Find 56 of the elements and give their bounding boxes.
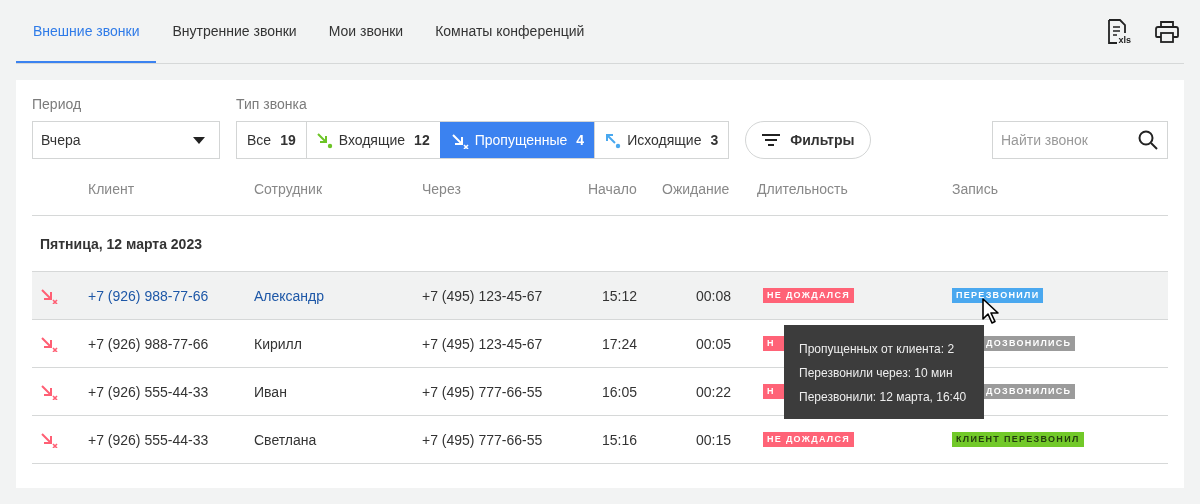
- via-number: +7 (495) 777-66-55: [422, 383, 543, 400]
- date-heading: Пятница, 12 марта 2023: [40, 235, 202, 252]
- incoming-call-icon: [316, 133, 333, 149]
- search-field[interactable]: Найти звонок: [992, 121, 1168, 159]
- mouse-pointer-icon: [982, 298, 1002, 324]
- column-header: Сотрудник: [253, 181, 323, 197]
- via-number: +7 (495) 123-45-67: [422, 287, 543, 304]
- print-icon[interactable]: [1154, 19, 1180, 44]
- filter-icon: [762, 134, 781, 146]
- missed-call-icon: [450, 133, 469, 149]
- column-header: Длительность: [756, 181, 849, 197]
- status-badge: ДОЗВОНИЛИСЬ: [984, 336, 1076, 351]
- column-header: Ожидание: [661, 181, 731, 197]
- status-badge: ДОЗВОНИЛИСЬ: [984, 384, 1076, 399]
- via-number: +7 (495) 123-45-67: [422, 335, 543, 352]
- column-header: Клиент: [87, 181, 136, 197]
- employee-name[interactable]: Александр: [254, 287, 325, 304]
- tab[interactable]: Внутренние звонки: [156, 0, 313, 63]
- start-time: 16:05: [601, 383, 637, 400]
- tab[interactable]: Мои звонки: [312, 0, 420, 63]
- status-badge: НЕ ДОЖДАЛСЯ: [763, 432, 855, 447]
- wait-time: 00:05: [695, 335, 731, 352]
- client-phone: +7 (926) 555-44-33: [88, 431, 209, 448]
- client-phone[interactable]: +7 (926) 988-77-66: [88, 287, 209, 304]
- filters-button[interactable]: Фильтры: [745, 121, 872, 159]
- wait-time: 00:08: [695, 287, 731, 304]
- client-phone: +7 (926) 988-77-66: [88, 335, 209, 352]
- status-badge: Н: [763, 384, 785, 399]
- call-row[interactable]: +7 (926) 988-77-66 Александр +7 (495) 123-45-67 15:12 00:08 НЕ ДОЖДАЛСЯ ПЕРЕЗВОНИЛИ: [32, 272, 1168, 320]
- tooltip: Пропущенных от клиента: 2 Перезвонили через: 10 мин Перезвонили: 12 марта, 16:40: [784, 325, 984, 419]
- employee-name: Кирилл: [254, 335, 302, 352]
- period-dropdown[interactable]: Вчера: [32, 121, 220, 159]
- field-label: Тип звонка: [236, 96, 308, 112]
- wait-time: 00:22: [695, 383, 731, 400]
- via-number: +7 (495) 777-66-55: [422, 431, 543, 448]
- outgoing-call-icon: [605, 133, 622, 149]
- call-type-button[interactable]: Пропущенные 4: [439, 122, 595, 158]
- start-time: 15:12: [601, 287, 637, 304]
- status-badge: ПЕРЕЗВОНИЛИ: [952, 288, 1044, 303]
- caret-icon: [193, 136, 205, 144]
- tab[interactable]: Комнаты конференций: [419, 0, 601, 63]
- employee-name: Светлана: [254, 431, 317, 448]
- column-header: Начало: [587, 181, 638, 197]
- client-phone: +7 (926) 555-44-33: [88, 383, 209, 400]
- column-header: Через: [421, 181, 462, 197]
- wait-time: 00:15: [695, 431, 731, 448]
- status-badge: Н: [763, 336, 785, 351]
- field-label: Период: [32, 96, 83, 112]
- status-badge: КЛИЕНТ ПЕРЕЗВОНИЛ: [952, 432, 1084, 447]
- status-badge: НЕ ДОЖДАЛСЯ: [763, 288, 855, 303]
- column-header: Запись: [951, 181, 999, 197]
- tab[interactable]: Внешние звонки: [16, 0, 157, 63]
- employee-name: Иван: [254, 383, 287, 400]
- start-time: 15:16: [601, 431, 637, 448]
- search-icon: [1138, 130, 1158, 150]
- start-time: 17:24: [601, 335, 637, 352]
